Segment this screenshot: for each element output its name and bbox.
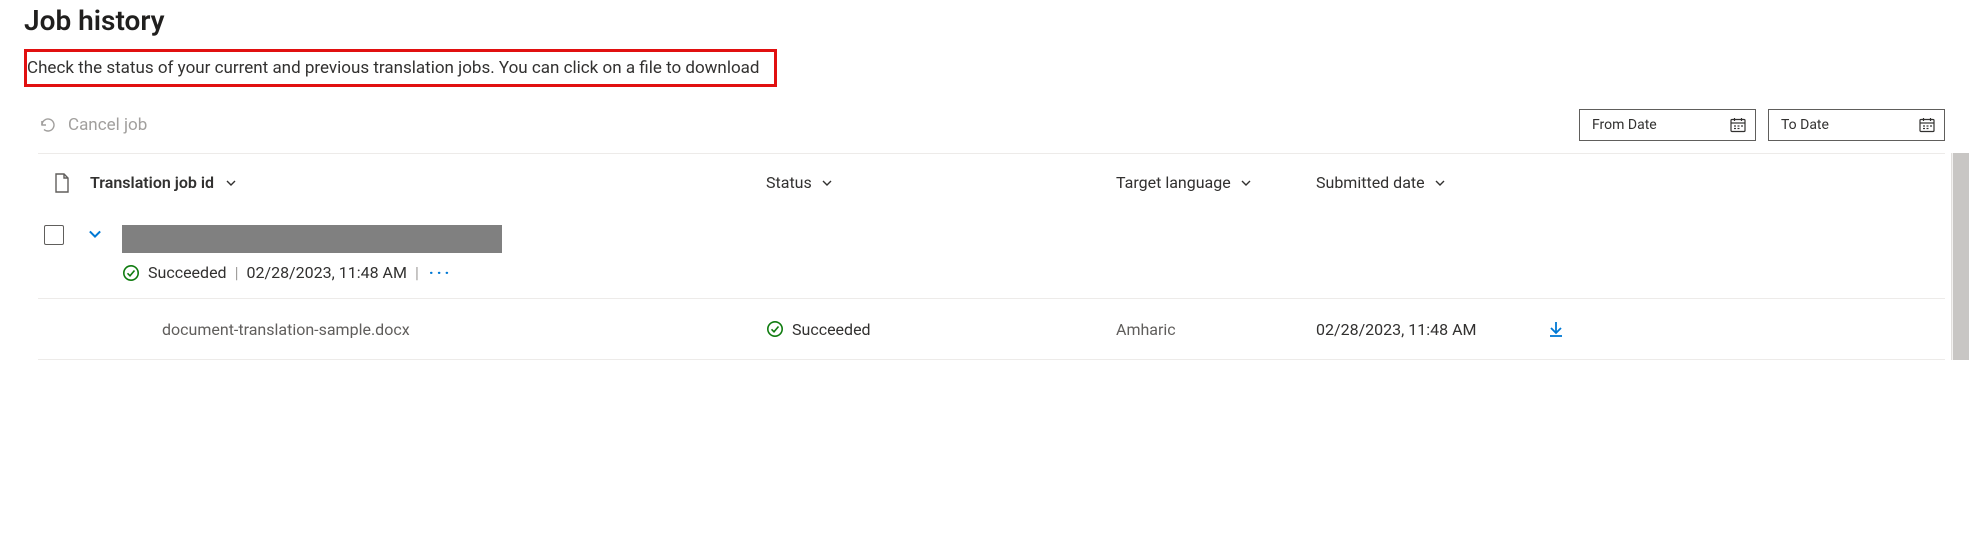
vertical-scrollbar[interactable] xyxy=(1951,153,1969,360)
page-subtitle: Check the status of your current and pre… xyxy=(27,58,760,78)
column-header-status-label: Status xyxy=(766,173,812,192)
column-header-status[interactable]: Status xyxy=(766,173,1116,192)
row-status-text: Succeeded xyxy=(792,320,871,339)
table-header-row: Translation job id Status Target languag… xyxy=(38,153,1945,211)
job-group-meta: Succeeded | 02/28/2023, 11:48 AM | ··· xyxy=(122,263,502,282)
chevron-down-icon xyxy=(1239,176,1253,190)
select-job-checkbox[interactable] xyxy=(44,225,64,245)
calendar-icon xyxy=(1918,116,1936,134)
from-date-label: From Date xyxy=(1592,117,1657,133)
chevron-down-icon xyxy=(224,176,238,190)
divider: | xyxy=(415,263,419,282)
table-row[interactable]: document-translation-sample.docx Succeed… xyxy=(38,298,1945,360)
column-header-target-language[interactable]: Target language xyxy=(1116,173,1316,192)
job-history-page: Job history Check the status of your cur… xyxy=(0,4,1969,360)
toolbar-right: From Date To Date xyxy=(1579,109,1945,141)
success-icon xyxy=(766,320,784,338)
subtitle-highlight-box: Check the status of your current and pre… xyxy=(24,49,777,87)
expand-group-button[interactable] xyxy=(86,225,104,243)
job-group-row: Succeeded | 02/28/2023, 11:48 AM | ··· xyxy=(38,211,1945,298)
cancel-job-label: Cancel job xyxy=(68,115,147,135)
toolbar-left: Cancel job xyxy=(38,115,147,135)
cancel-job-button[interactable]: Cancel job xyxy=(38,115,147,135)
group-status-text: Succeeded xyxy=(148,263,227,282)
calendar-icon xyxy=(1729,116,1747,134)
job-id-redacted xyxy=(122,225,502,253)
to-date-label: To Date xyxy=(1781,117,1829,133)
file-name: document-translation-sample.docx xyxy=(90,320,410,339)
from-date-input[interactable]: From Date xyxy=(1579,109,1756,141)
page-title: Job history xyxy=(24,4,1945,37)
row-status-cell: Succeeded xyxy=(766,320,1116,339)
job-table: Translation job id Status Target languag… xyxy=(38,153,1945,360)
more-actions-button[interactable]: ··· xyxy=(427,263,454,282)
success-icon xyxy=(122,264,140,282)
row-submitted-date: 02/28/2023, 11:48 AM xyxy=(1316,320,1546,339)
column-header-job-id-label: Translation job id xyxy=(90,173,214,192)
column-header-submitted-date[interactable]: Submitted date xyxy=(1316,173,1546,192)
chevron-down-icon xyxy=(820,176,834,190)
column-header-submitted-date-label: Submitted date xyxy=(1316,173,1425,192)
toolbar: Cancel job From Date xyxy=(38,109,1945,153)
refresh-icon xyxy=(38,115,58,135)
file-icon xyxy=(53,172,71,194)
chevron-down-icon xyxy=(1433,176,1447,190)
row-target-language: Amharic xyxy=(1116,320,1316,339)
scrollbar-thumb[interactable] xyxy=(1953,153,1969,360)
divider: | xyxy=(235,263,239,282)
column-header-job-id[interactable]: Translation job id xyxy=(86,173,766,192)
group-timestamp: 02/28/2023, 11:48 AM xyxy=(246,263,406,282)
header-file-icon-cell xyxy=(38,172,86,194)
download-button[interactable] xyxy=(1546,319,1596,339)
column-header-target-language-label: Target language xyxy=(1116,173,1231,192)
to-date-input[interactable]: To Date xyxy=(1768,109,1945,141)
